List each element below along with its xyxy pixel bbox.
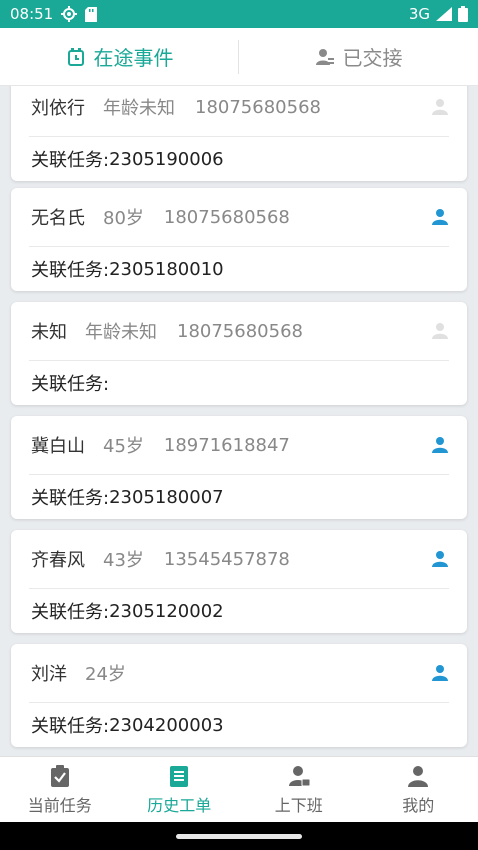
patient-phone: 18971618847	[163, 434, 290, 456]
clipboard-check-icon	[50, 764, 69, 787]
related-task-label: 关联任务:	[31, 374, 110, 395]
nav-mine[interactable]: 我的	[359, 757, 478, 822]
patient-name: 无名氏	[31, 208, 85, 229]
alarm-clock-icon	[67, 47, 84, 66]
patient-phone: 18075680568	[163, 206, 290, 228]
person-icon[interactable]	[431, 436, 449, 454]
status-time: 08:51	[10, 5, 54, 23]
patient-age: 24岁	[85, 664, 126, 685]
nav-mine-label: 我的	[402, 795, 435, 815]
person-icon[interactable]	[431, 98, 449, 116]
tab-handed-over-label: 已交接	[342, 46, 403, 70]
tab-in-transit[interactable]: 在途事件	[0, 28, 239, 85]
event-list[interactable]: 刘依行 年龄未知 18075680568 关联任务: 2305190006 无名…	[0, 86, 478, 756]
person-icon[interactable]	[431, 664, 449, 682]
patient-phone: 18075680568	[195, 96, 321, 118]
patient-name: 未知	[31, 322, 67, 343]
settings-gear-icon	[61, 6, 78, 22]
related-task-id: 2305190006	[109, 148, 224, 170]
related-task-id: 2305120002	[109, 600, 224, 622]
patient-name: 冀白山	[31, 436, 85, 457]
nav-current-tasks[interactable]: 当前任务	[0, 757, 120, 822]
person-icon[interactable]	[431, 322, 449, 340]
event-card[interactable]: 无名氏 80岁 18075680568 关联任务: 2305180010	[11, 188, 467, 291]
nav-current-tasks-label: 当前任务	[27, 795, 92, 815]
patient-age: 45岁	[103, 436, 144, 457]
home-indicator[interactable]	[176, 834, 302, 839]
event-card[interactable]: 冀白山 45岁 18971618847 关联任务: 2305180007	[11, 416, 467, 519]
nav-shift-label: 上下班	[274, 795, 323, 815]
related-task-label: 关联任务:	[31, 716, 110, 737]
patient-age: 年龄未知	[103, 98, 175, 119]
patient-age: 年龄未知	[85, 322, 157, 343]
user-card-icon	[288, 765, 311, 786]
patient-name: 齐春风	[31, 550, 85, 571]
related-task-label: 关联任务:	[31, 488, 110, 509]
related-task-label: 关联任务:	[31, 150, 110, 171]
document-list-icon	[170, 765, 189, 787]
sd-card-icon	[85, 6, 98, 22]
nav-history-orders-label: 历史工单	[147, 795, 212, 815]
patient-phone: 18075680568	[177, 320, 303, 342]
nav-shift[interactable]: 上下班	[239, 757, 359, 822]
related-task-label: 关联任务:	[31, 260, 110, 281]
status-bar: 08:51 3G	[0, 0, 478, 28]
network-type: 3G	[408, 5, 430, 23]
event-card[interactable]: 齐春风 43岁 13545457878 关联任务: 2305120002	[11, 530, 467, 633]
related-task-id: 2305180007	[109, 486, 224, 508]
user-handover-icon	[315, 48, 334, 65]
event-card[interactable]: 刘洋 24岁 关联任务: 2304200003	[11, 644, 467, 747]
user-icon	[408, 765, 429, 787]
nav-history-orders[interactable]: 历史工单	[120, 757, 240, 822]
related-task-label: 关联任务:	[31, 602, 110, 623]
bottom-nav: 当前任务 历史工单 上下班 我的	[0, 756, 478, 822]
patient-age: 80岁	[103, 208, 144, 229]
patient-name: 刘洋	[31, 664, 67, 685]
tab-in-transit-label: 在途事件	[93, 46, 174, 70]
patient-name: 刘依行	[31, 98, 85, 119]
event-card[interactable]: 未知 年龄未知 18075680568 关联任务:	[11, 302, 467, 405]
patient-phone: 13545457878	[163, 548, 290, 570]
related-task-id: 2305180010	[109, 258, 224, 280]
related-task-id: 2304200003	[109, 714, 224, 736]
event-card[interactable]: 刘依行 年龄未知 18075680568 关联任务: 2305190006	[11, 86, 467, 181]
person-icon[interactable]	[431, 208, 449, 226]
patient-age: 43岁	[103, 550, 144, 571]
tab-handed-over[interactable]: 已交接	[239, 28, 478, 85]
signal-icon	[436, 7, 452, 21]
person-icon[interactable]	[431, 550, 449, 568]
battery-icon	[458, 6, 468, 22]
top-tab-bar: 在途事件 已交接	[0, 28, 478, 86]
